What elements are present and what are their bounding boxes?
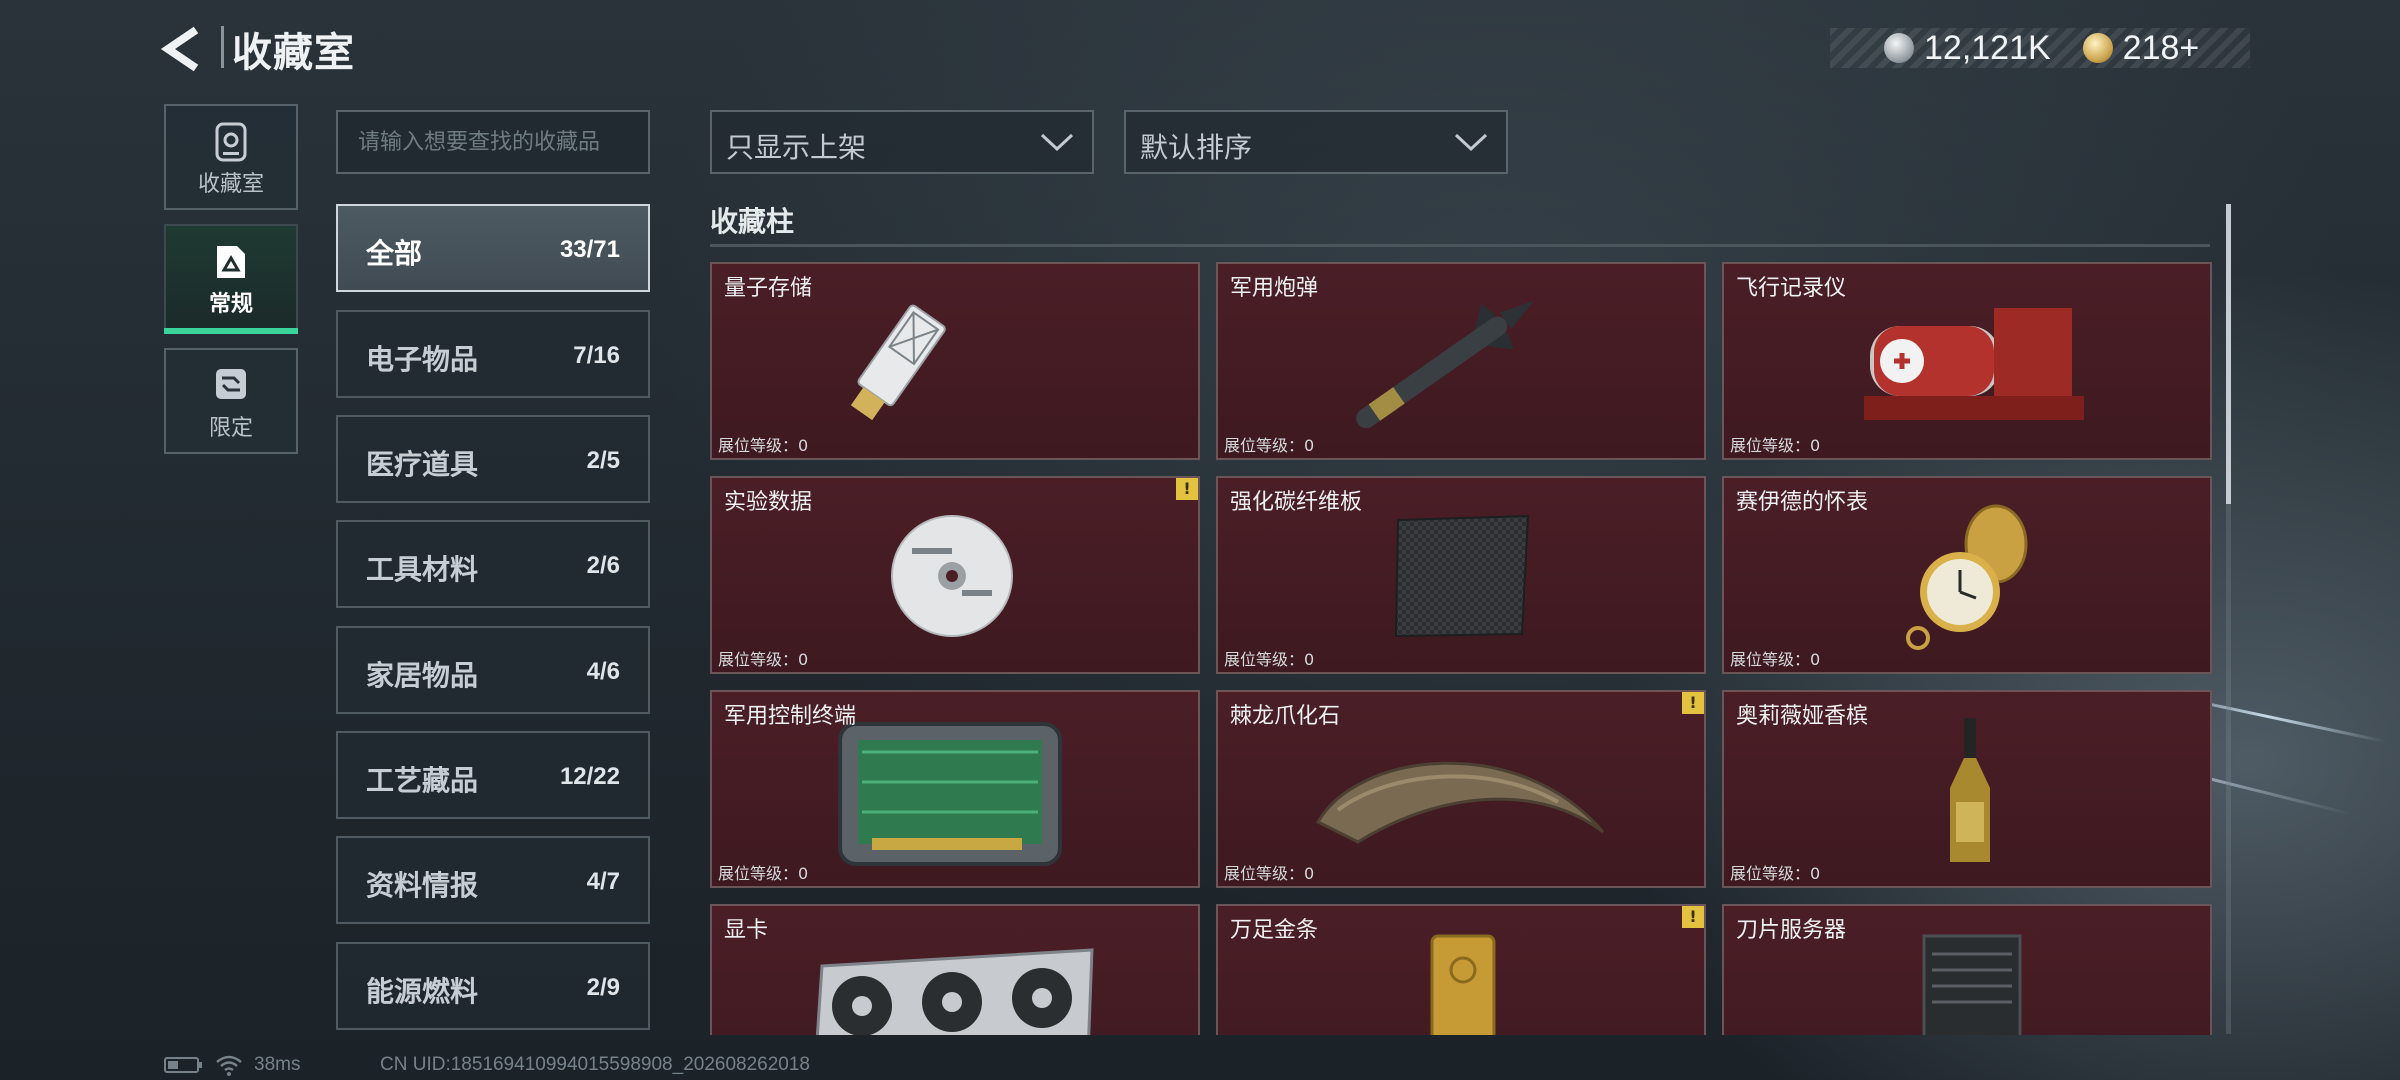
collection-card[interactable]: 刀片服务器 <box>1722 904 2212 1035</box>
alert-badge-icon: ! <box>1682 692 1704 714</box>
category-count: 4/6 <box>586 658 620 685</box>
collection-card[interactable]: 赛伊德的怀表 展位等级：0 <box>1722 476 2212 674</box>
category-name: 医疗道具 <box>366 448 479 481</box>
category-name: 家居物品 <box>366 659 479 692</box>
category-count: 2/6 <box>586 552 620 579</box>
item-level: 展位等级：0 <box>1730 436 1821 455</box>
category-name: 资料情报 <box>366 869 479 902</box>
category-electronics[interactable]: 电子物品 7/16 <box>336 310 650 398</box>
scroll-thumb[interactable] <box>2226 204 2231 504</box>
currency-bar: 12,121K 218+ <box>1830 28 2250 68</box>
back-button[interactable] <box>160 26 208 72</box>
collection-card[interactable]: 奥莉薇娅香槟 展位等级：0 <box>1722 690 2212 888</box>
mode-tab-collection-room[interactable]: 收藏室 <box>164 104 298 210</box>
collection-card[interactable]: 军用炮弹 展位等级：0 <box>1216 262 1706 460</box>
collection-card[interactable]: 军用控制终端 展位等级：0 <box>710 690 1200 888</box>
collection-card[interactable]: 万足金条 ! <box>1216 904 1706 1035</box>
category-count: 2/5 <box>586 447 620 474</box>
limited-icon <box>213 366 249 406</box>
silver-currency-value: 12,121K <box>1924 28 2051 67</box>
display-filter-dropdown[interactable]: 只显示上架 <box>710 110 1094 174</box>
category-intel[interactable]: 资料情报 4/7 <box>336 836 650 924</box>
category-count: 4/7 <box>586 868 620 895</box>
display-filter-value: 只显示上架 <box>726 131 867 164</box>
collection-grid: 量子存储 展位等级：0 军用炮弹 展位等级：0 飞行记录仪 展位等级：0 实验数… <box>710 262 2214 1035</box>
category-count: 2/9 <box>586 974 620 1001</box>
grid-scrollbar[interactable] <box>2226 204 2231 1034</box>
silver-coin-icon <box>1884 33 1914 63</box>
wifi-icon <box>216 1055 242 1076</box>
item-name: 强化碳纤维板 <box>1230 490 1363 515</box>
item-level: 展位等级：0 <box>718 864 809 883</box>
collection-card[interactable]: 显卡 <box>710 904 1200 1035</box>
section-divider <box>710 244 2210 247</box>
item-level: 展位等级：0 <box>1730 650 1821 669</box>
sort-value: 默认排序 <box>1140 131 1253 164</box>
category-medical[interactable]: 医疗道具 2/5 <box>336 415 650 503</box>
item-name: 赛伊德的怀表 <box>1736 490 1869 515</box>
item-name: 奥莉薇娅香槟 <box>1736 704 1869 729</box>
item-name: 万足金条 <box>1230 918 1319 943</box>
category-count: 12/22 <box>559 763 620 790</box>
category-crafts[interactable]: 工艺藏品 12/22 <box>336 731 650 819</box>
gold-coin-icon <box>2082 33 2113 63</box>
item-name: 量子存储 <box>724 276 813 301</box>
section-title: 收藏柱 <box>710 205 795 238</box>
item-level: 展位等级：0 <box>1224 650 1315 669</box>
category-name: 能源燃料 <box>366 975 479 1008</box>
category-name: 电子物品 <box>366 343 479 376</box>
user-id: CN UID:185169410994015598908_20260826201… <box>380 1054 810 1075</box>
sort-dropdown[interactable]: 默认排序 <box>1124 110 1508 174</box>
ping-value: 38ms <box>254 1054 301 1075</box>
item-name: 刀片服务器 <box>1736 918 1847 943</box>
category-count: 33/71 <box>559 236 620 263</box>
item-name: 实验数据 <box>724 490 813 515</box>
category-name: 全部 <box>366 237 423 270</box>
item-level: 展位等级：0 <box>718 650 809 669</box>
collection-card[interactable]: 量子存储 展位等级：0 <box>710 262 1200 460</box>
category-energy[interactable]: 能源燃料 2/9 <box>336 942 650 1030</box>
item-name: 棘龙爪化石 <box>1230 704 1341 729</box>
collection-card[interactable]: 棘龙爪化石 ! 展位等级：0 <box>1216 690 1706 888</box>
collection-room-icon <box>213 122 249 166</box>
category-name: 工具材料 <box>366 553 479 586</box>
category-household[interactable]: 家居物品 4/6 <box>336 626 650 714</box>
mode-tab-limited[interactable]: 限定 <box>164 348 298 454</box>
item-level: 展位等级：0 <box>718 436 809 455</box>
graphics-card-icon <box>815 948 1094 1035</box>
collection-card[interactable]: 强化碳纤维板 展位等级：0 <box>1216 476 1706 674</box>
mode-tab-regular[interactable]: 常规 <box>164 224 298 334</box>
status-bar: 38ms <box>164 1054 300 1076</box>
item-level: 展位等级：0 <box>1730 864 1821 883</box>
item-level: 展位等级：0 <box>1224 864 1315 883</box>
item-name: 显卡 <box>724 918 769 943</box>
mode-tab-label: 限定 <box>208 416 253 441</box>
search-input[interactable] <box>336 110 650 174</box>
item-level: 展位等级：0 <box>1224 436 1315 455</box>
title-divider <box>221 26 224 68</box>
page-title: 收藏室 <box>232 30 355 76</box>
category-all[interactable]: 全部 33/71 <box>336 204 650 292</box>
collection-card[interactable]: 实验数据 ! 展位等级：0 <box>710 476 1200 674</box>
alert-badge-icon: ! <box>1682 906 1704 928</box>
battery-icon <box>164 1057 202 1073</box>
gold-currency-value: 218+ <box>2122 28 2200 67</box>
chevron-down-icon <box>1040 132 1074 156</box>
category-count: 7/16 <box>573 342 620 369</box>
category-name: 工艺藏品 <box>366 764 479 797</box>
category-tools[interactable]: 工具材料 2/6 <box>336 520 650 608</box>
item-name: 飞行记录仪 <box>1736 276 1847 301</box>
collection-card[interactable]: 飞行记录仪 展位等级：0 <box>1722 262 2212 460</box>
alert-badge-icon: ! <box>1176 478 1198 500</box>
back-arrow-icon <box>160 26 199 72</box>
item-name: 军用控制终端 <box>724 704 857 729</box>
item-name: 军用炮弹 <box>1230 276 1319 301</box>
mode-tab-label: 常规 <box>208 292 253 317</box>
mode-tab-label: 收藏室 <box>197 172 264 197</box>
regular-icon <box>213 242 249 286</box>
chevron-down-icon <box>1454 132 1488 156</box>
